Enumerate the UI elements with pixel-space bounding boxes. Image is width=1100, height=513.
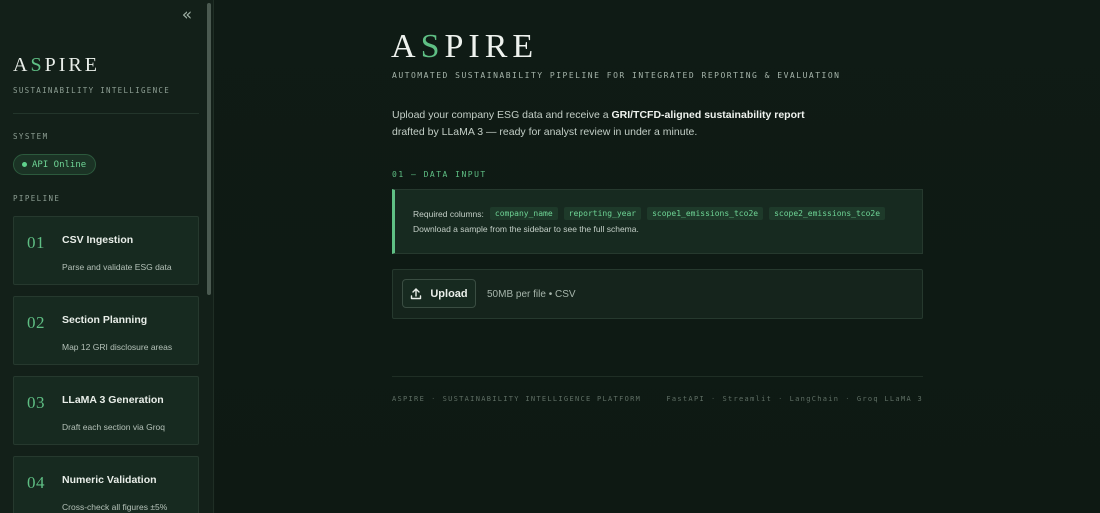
data-input-section-label: 01 — DATA INPUT [392,170,487,179]
sidebar: « ASPIRE SUSTAINABILITY INTELLIGENCE SYS… [0,0,214,513]
pipeline-step-csv-ingestion: 01 CSV Ingestion Parse and validate ESG … [13,216,199,285]
footer-platform: SUSTAINABILITY INTELLIGENCE PLATFORM [442,395,642,403]
column-chip: company_name [489,207,558,220]
system-section-label: SYSTEM [13,132,49,141]
step-title: Section Planning [62,314,148,326]
sidebar-scrollbar[interactable] [207,3,211,295]
step-description: Cross-check all figures ±5% [62,502,168,512]
step-number: 01 [27,233,45,252]
upload-icon [411,287,422,299]
step-number: 03 [27,393,45,412]
footer-brand: ASPIRE [392,395,426,403]
step-description: Draft each section via Groq [62,422,165,432]
sidebar-brand: ASPIRE [13,54,100,76]
step-number: 04 [27,473,45,492]
step-number: 02 [27,313,45,332]
required-columns-label: Required columns: [413,208,484,219]
download-note: Download a sample from the sidebar to se… [413,224,639,234]
column-chip: reporting_year [563,207,642,220]
upload-hint: 50MB per file • CSV [487,289,576,300]
file-uploader[interactable]: Upload 50MB per file • CSV [392,269,923,319]
upload-button-label: Upload [430,287,468,300]
required-columns-row: Required columns: company_name reporting… [413,207,886,220]
step-description: Map 12 GRI disclosure areas [62,342,173,352]
footer: ASPIRE · SUSTAINABILITY INTELLIGENCE PLATF… [392,395,923,403]
page-title: ASPIRE [391,28,539,65]
sidebar-divider [13,113,199,114]
status-dot-icon [22,162,27,167]
collapse-sidebar-icon[interactable]: « [178,6,196,24]
column-chip: scope2_emissions_tco2e [769,207,886,220]
page-subtitle: AUTOMATED SUSTAINABILITY PIPELINE FOR IN… [392,71,841,80]
footer-tech: FastAPI [666,395,705,403]
column-chip: scope1_emissions_tco2e [647,207,764,220]
footer-divider [392,376,923,377]
step-title: LLaMA 3 Generation [62,394,164,406]
pipeline-step-llama-generation: 03 LLaMA 3 Generation Draft each section… [13,376,199,445]
pipeline-step-section-planning: 02 Section Planning Map 12 GRI disclosur… [13,296,199,365]
footer-tech: LangChain [789,395,840,403]
step-description: Parse and validate ESG data [62,262,172,272]
step-title: CSV Ingestion [62,234,134,246]
required-columns-info: Required columns: company_name reporting… [392,189,923,254]
footer-tech: Streamlit [722,395,773,403]
step-title: Numeric Validation [62,474,157,486]
upload-button[interactable]: Upload [402,279,476,308]
footer-right: FastAPI · Streamlit · LangChain · Groq LLaMA 3 [666,395,923,403]
sidebar-brand-subtitle: SUSTAINABILITY INTELLIGENCE [13,86,171,95]
pipeline-section-label: PIPELINE [13,194,61,203]
footer-tech: Groq LLaMA 3 [856,395,923,403]
pipeline-step-numeric-validation: 04 Numeric Validation Cross-check all fi… [13,456,199,513]
intro-text: Upload your company ESG data and receive… [392,109,805,138]
api-status-badge: API Online [13,154,97,175]
footer-left: ASPIRE · SUSTAINABILITY INTELLIGENCE PLATF… [392,395,642,403]
api-status-text: API Online [32,159,87,170]
